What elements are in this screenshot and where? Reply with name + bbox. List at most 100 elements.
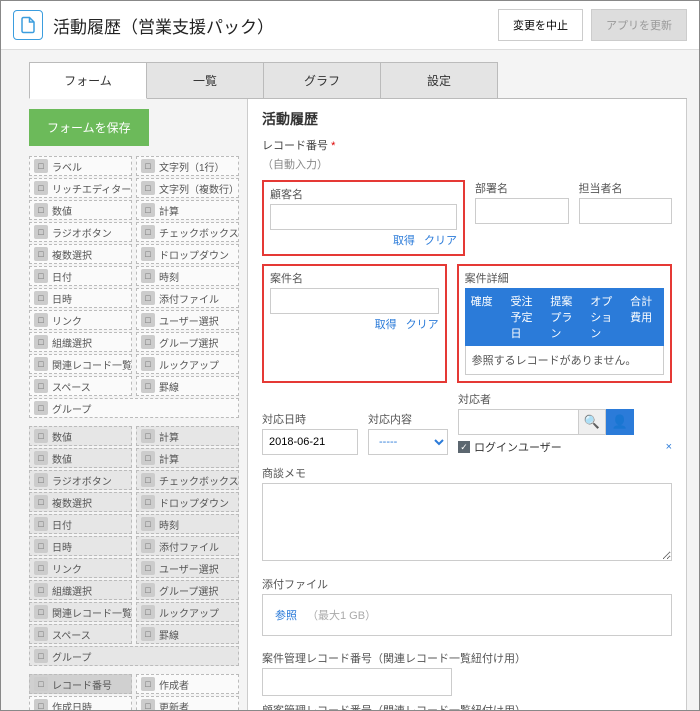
resp-person-input[interactable] (458, 409, 578, 435)
palette-item-label: 添付ファイル (159, 539, 219, 554)
person-label: 担当者名 (579, 180, 673, 196)
palette-item[interactable]: □文字列（1行） (136, 156, 239, 176)
palette-item[interactable]: □スペース (29, 376, 132, 396)
palette-item[interactable]: □組織選択 (29, 332, 132, 352)
palette-item[interactable]: □ドロップダウン (136, 244, 239, 264)
palette-item-label: グループ選択 (159, 583, 218, 598)
palette-item-label: グループ (52, 649, 91, 664)
case-get-link[interactable]: 取得 (375, 319, 397, 331)
palette-item[interactable]: □リッチエディター (29, 178, 132, 198)
palette-item[interactable]: □チェックボックス (136, 222, 239, 242)
palette-item[interactable]: □時刻 (136, 514, 239, 534)
palette-item[interactable]: □添付ファイル (136, 536, 239, 556)
rel1-input[interactable] (262, 668, 452, 696)
palette-item[interactable]: □添付ファイル (136, 288, 239, 308)
palette-item[interactable]: □数値 (29, 448, 132, 468)
palette-item-label: 罫線 (159, 627, 179, 642)
search-button[interactable]: 🔍 (578, 409, 606, 435)
palette-item[interactable]: □ルックアップ (136, 354, 239, 374)
palette-item[interactable]: □ラジオボタン (29, 470, 132, 490)
memo-textarea[interactable] (262, 483, 672, 561)
palette-item[interactable]: □リンク (29, 558, 132, 578)
palette-item[interactable]: □数値 (29, 426, 132, 446)
field-type-icon: □ (141, 473, 155, 487)
field-type-icon: □ (34, 561, 48, 575)
palette-item[interactable]: □計算 (136, 200, 239, 220)
field-type-icon: □ (34, 429, 48, 443)
case-clear-link[interactable]: クリア (406, 319, 439, 331)
palette-item[interactable]: □ドロップダウン (136, 492, 239, 512)
palette-item-label: グループ (52, 401, 91, 416)
field-palette-2: □数値□計算□数値□計算□ラジオボタン□チェックボックス□複数選択□ドロップダウ… (29, 426, 239, 666)
field-type-icon: □ (34, 627, 48, 641)
attach-limit: （最大1 GB） (307, 607, 376, 623)
tab-list[interactable]: 一覧 (146, 62, 264, 98)
palette-item-label: 文字列（複数行） (159, 181, 239, 196)
palette-item[interactable]: □グループ選択 (136, 332, 239, 352)
palette-item[interactable]: □ユーザー選択 (136, 310, 239, 330)
palette-item[interactable]: □更新者 (136, 696, 239, 711)
palette-item[interactable]: □レコード番号 (29, 674, 132, 694)
palette-item-label: 時刻 (159, 517, 179, 532)
palette-item[interactable]: □作成日時 (29, 696, 132, 711)
field-type-icon: □ (34, 225, 48, 239)
palette-item[interactable]: □罫線 (136, 624, 239, 644)
palette-item[interactable]: □ラベル (29, 156, 132, 176)
resp-date-input[interactable] (262, 429, 358, 455)
person-input[interactable] (579, 198, 673, 224)
field-type-icon: □ (141, 495, 155, 509)
tab-form[interactable]: フォーム (29, 62, 147, 99)
record-number-label: レコード番号 * (262, 137, 672, 153)
cancel-button[interactable]: 変更を中止 (498, 9, 583, 41)
palette-item-label: 日付 (52, 269, 72, 284)
palette-item[interactable]: □数値 (29, 200, 132, 220)
palette-item-label: スペース (52, 379, 91, 394)
palette-item-label: 罫線 (159, 379, 179, 394)
save-form-button[interactable]: フォームを保存 (29, 109, 149, 146)
palette-item[interactable]: □計算 (136, 426, 239, 446)
palette-item[interactable]: □作成者 (136, 674, 239, 694)
palette-item[interactable]: □罫線 (136, 376, 239, 396)
palette-item[interactable]: □計算 (136, 448, 239, 468)
tab-settings[interactable]: 設定 (380, 62, 498, 98)
field-type-icon: □ (34, 247, 48, 261)
palette-item[interactable]: □グループ (29, 398, 239, 418)
palette-item[interactable]: □日付 (29, 266, 132, 286)
resp-date-label: 対応日時 (262, 411, 358, 427)
field-type-icon: □ (141, 159, 155, 173)
palette-item[interactable]: □時刻 (136, 266, 239, 286)
palette-item[interactable]: □チェックボックス (136, 470, 239, 490)
palette-item[interactable]: □複数選択 (29, 244, 132, 264)
palette-item[interactable]: □ラジオボタン (29, 222, 132, 242)
palette-item[interactable]: □日時 (29, 288, 132, 308)
palette-item[interactable]: □ユーザー選択 (136, 558, 239, 578)
palette-item[interactable]: □複数選択 (29, 492, 132, 512)
field-type-icon: □ (34, 335, 48, 349)
palette-item-label: ルックアップ (159, 605, 219, 620)
palette-item[interactable]: □関連レコード一覧 (29, 354, 132, 374)
customer-get-link[interactable]: 取得 (393, 235, 415, 247)
browse-link[interactable]: 参照 (275, 607, 297, 623)
palette-item[interactable]: □ ルックアップ (136, 602, 239, 622)
palette-item[interactable]: □スペース (29, 624, 132, 644)
case-input[interactable] (270, 288, 439, 314)
customer-input[interactable] (270, 204, 457, 230)
user-picker-button[interactable]: 👤 (606, 409, 634, 435)
palette-item[interactable]: □関連レコード一覧 (29, 602, 132, 622)
remove-login-user[interactable]: × (666, 441, 672, 453)
resp-content-select[interactable]: ----- (368, 429, 448, 455)
palette-item[interactable]: □日時 (29, 536, 132, 556)
palette-item[interactable]: □リンク (29, 310, 132, 330)
palette-item[interactable]: □日付 (29, 514, 132, 534)
palette-item[interactable]: □グループ選択 (136, 580, 239, 600)
palette-item-label: レコード番号 (52, 677, 112, 692)
palette-item[interactable]: □文字列（複数行） (136, 178, 239, 198)
palette-item-label: 更新者 (159, 699, 189, 711)
dept-input[interactable] (475, 198, 569, 224)
palette-item[interactable]: □組織選択 (29, 580, 132, 600)
app-icon (13, 10, 43, 40)
tab-graph[interactable]: グラフ (263, 62, 381, 98)
customer-clear-link[interactable]: クリア (424, 235, 457, 247)
field-type-icon: □ (141, 605, 155, 619)
palette-item[interactable]: □グループ (29, 646, 239, 666)
